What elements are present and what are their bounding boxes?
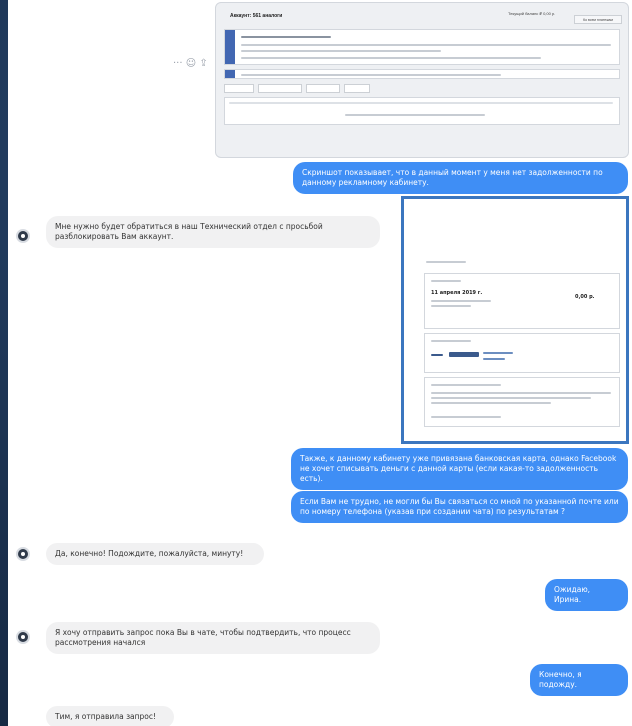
message-incoming: Да, конечно! Подождите, пожалуйста, мину… xyxy=(46,543,264,565)
screenshot-attachment-billing[interactable]: Аккаунт: 561 аналоги Текущий баланс ₽ 0,… xyxy=(215,2,629,158)
avatar xyxy=(16,547,30,561)
message-outgoing: Конечно, я подожду. xyxy=(530,664,628,696)
message-outgoing: Также, к данному кабинету уже привязана … xyxy=(291,448,628,490)
message-outgoing: Если Вам не трудно, не могли бы Вы связа… xyxy=(291,491,628,523)
filter-chip xyxy=(344,84,370,93)
message-incoming: Тим, я отправила запрос! xyxy=(46,706,174,726)
more-icon[interactable]: ··· xyxy=(173,58,183,69)
message-outgoing: Скриншот показывает, что в данный момент… xyxy=(293,162,628,194)
reaction-icon[interactable]: ☺ xyxy=(186,58,196,69)
share-icon[interactable]: ⇪ xyxy=(199,58,207,69)
payment-method-card xyxy=(424,333,620,373)
alert-box xyxy=(224,29,620,65)
message-actions[interactable]: ··· ☺ ⇪ xyxy=(173,58,208,69)
balance-label: Текущий баланс ₽ 0,00 р. xyxy=(508,11,556,16)
message-incoming: Я хочу отправить запрос пока Вы в чате, … xyxy=(46,622,380,654)
message-outgoing: Ожидаю, Ирина. xyxy=(545,579,628,611)
account-header: Аккаунт: 561 аналоги xyxy=(230,13,283,19)
filter-chip xyxy=(258,84,302,93)
payments-table xyxy=(224,97,620,125)
avatar xyxy=(16,229,30,243)
chat-window: ··· ☺ ⇪ Аккаунт: 561 аналоги Текущий бал… xyxy=(8,0,632,726)
filter-bar xyxy=(224,69,620,79)
all-payments-button: Ко всем платежам xyxy=(574,15,622,24)
filter-chip xyxy=(306,84,340,93)
filter-chip xyxy=(224,84,254,93)
message-incoming: Мне нужно будет обратиться в наш Техниче… xyxy=(46,216,380,248)
threshold-card xyxy=(424,377,620,427)
balance-card: 11 апреля 2019 г. 0,00 р. xyxy=(424,273,620,329)
screenshot-attachment-payment[interactable]: 11 апреля 2019 г. 0,00 р. xyxy=(401,196,629,444)
avatar xyxy=(16,630,30,644)
